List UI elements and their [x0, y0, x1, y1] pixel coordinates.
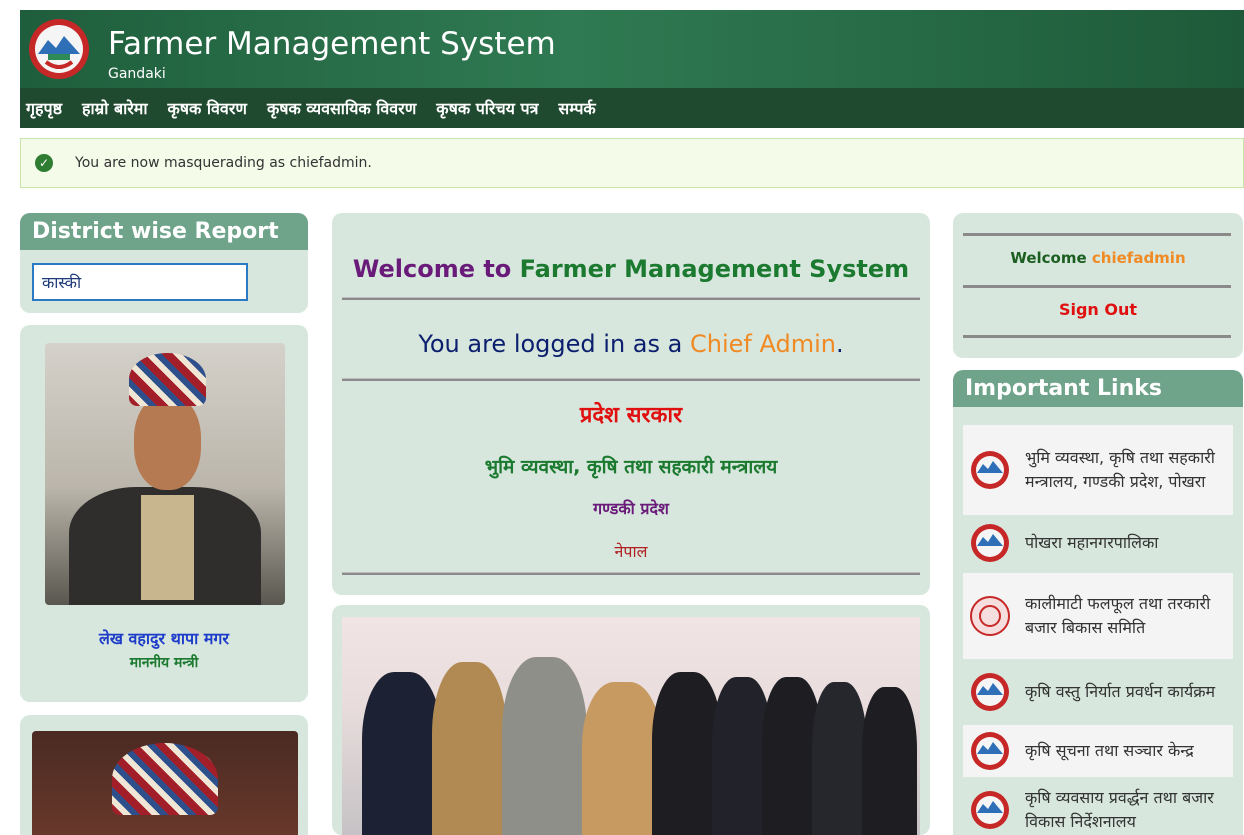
district-select[interactable]: कास्की	[32, 263, 248, 301]
province-government: प्रदेश सरकार	[579, 403, 683, 428]
link-label: पोखरा महानगरपालिका	[1025, 533, 1159, 552]
user-welcome-label: Welcome	[1010, 249, 1087, 267]
sign-out-link[interactable]: Sign Out	[953, 300, 1243, 319]
nepal-emblem-icon	[971, 524, 1009, 562]
user-name: chiefadmin	[1091, 249, 1186, 267]
minister-role: माननीय मन्त्री	[129, 655, 199, 671]
divider	[963, 335, 1231, 338]
nav-farmer-business-details[interactable]: कृषक व्यवसायिक विवरण	[267, 97, 416, 119]
welcome-panel: Welcome to Farmer Management System You …	[332, 213, 930, 595]
nepal-emblem-icon	[971, 673, 1009, 711]
check-circle-icon: ✓	[35, 154, 53, 172]
event-group-photo	[342, 617, 920, 835]
important-links-panel: Important Links भुमि व्यवस्था, कृषि तथा …	[953, 370, 1243, 835]
nepal-emblem-icon	[971, 451, 1009, 489]
country-name: नेपाल	[614, 542, 648, 561]
minister-name: लेख वहादुर थापा मगर	[99, 629, 229, 648]
welcome-prefix: Welcome to	[352, 255, 512, 283]
link-label: कृषि व्यवसाय प्रवर्द्धन तथा बजार विकास न…	[1025, 788, 1214, 831]
site-subtitle: Gandaki	[108, 66, 166, 82]
nepal-emblem-icon	[971, 791, 1009, 829]
district-report-heading: District wise Report	[20, 213, 308, 250]
link-item[interactable]: पोखरा महानगरपालिका	[963, 517, 1233, 569]
logged-period: .	[835, 330, 844, 358]
ministry-name: भुमि व्यवस्था, कृषि तथा सहकारी मन्त्रालय	[484, 456, 778, 478]
link-item[interactable]: कृषि सूचना तथा सञ्चार केन्द्र	[963, 725, 1233, 777]
link-item[interactable]: कालीमाटी फलफूल तथा तरकारी बजार बिकास समि…	[963, 573, 1233, 659]
alert-message: You are now masquerading as chiefadmin.	[75, 155, 372, 171]
nav-farmer-id-card[interactable]: कृषक परिचय पत्र	[436, 97, 538, 119]
user-welcome: Welcome chiefadmin	[953, 249, 1243, 267]
minister-panel: लेख वहादुर थापा मगर माननीय मन्त्री	[20, 325, 308, 702]
nepal-emblem-icon	[971, 732, 1009, 770]
site-title: Farmer Management System	[108, 26, 556, 62]
link-label: कृषि सूचना तथा सञ्चार केन्द्र	[1025, 741, 1194, 760]
link-item[interactable]: कृषि व्यवसाय प्रवर्द्धन तथा बजार विकास न…	[963, 780, 1233, 835]
secretary-panel	[20, 715, 308, 835]
nav-contact[interactable]: सम्पर्क	[558, 97, 595, 119]
kalimati-seal-icon	[970, 596, 1010, 636]
secretary-photo	[32, 731, 298, 835]
welcome-system: Farmer Management System	[519, 255, 910, 283]
divider	[342, 297, 920, 300]
logged-in-text: You are logged in as a Chief Admin.	[332, 330, 930, 358]
link-label: कृषि वस्तु निर्यात प्रवर्धन कार्यक्रम	[1025, 682, 1216, 701]
province-name: गण्डकी प्रदेश	[593, 499, 669, 518]
divider	[342, 378, 920, 381]
divider	[963, 285, 1231, 288]
nav-home[interactable]: गृहपृष्ठ	[26, 97, 62, 119]
event-photo-panel	[332, 605, 930, 835]
site-header: Farmer Management System Gandaki	[20, 10, 1244, 88]
nav-farmer-details[interactable]: कृषक विवरण	[168, 97, 247, 119]
welcome-heading: Welcome to Farmer Management System	[332, 255, 930, 283]
divider	[342, 572, 920, 575]
link-label: कालीमाटी फलफूल तथा तरकारी बजार बिकास समि…	[1025, 594, 1211, 637]
nepal-emblem-icon[interactable]	[26, 16, 92, 82]
logged-prefix: You are logged in as a	[418, 330, 683, 358]
district-report-panel: District wise Report कास्की	[20, 213, 308, 313]
important-links-heading: Important Links	[953, 370, 1243, 407]
link-item[interactable]: भुमि व्यवस्था, कृषि तथा सहकारी मन्त्रालय…	[963, 425, 1233, 515]
divider	[963, 233, 1231, 236]
masquerade-alert: ✓ You are now masquerading as chiefadmin…	[20, 138, 1244, 188]
link-item[interactable]: कृषि वस्तु निर्यात प्रवर्धन कार्यक्रम	[963, 662, 1233, 722]
nav-about[interactable]: हाम्रो बारेमा	[82, 97, 147, 119]
link-label: भुमि व्यवस्था, कृषि तथा सहकारी मन्त्रालय…	[1025, 448, 1215, 491]
minister-photo	[45, 343, 285, 605]
main-nav: गृहपृष्ठ हाम्रो बारेमा कृषक विवरण कृषक व…	[20, 88, 1244, 128]
logged-role: Chief Admin	[689, 330, 836, 358]
user-panel: Welcome chiefadmin Sign Out	[953, 213, 1243, 358]
